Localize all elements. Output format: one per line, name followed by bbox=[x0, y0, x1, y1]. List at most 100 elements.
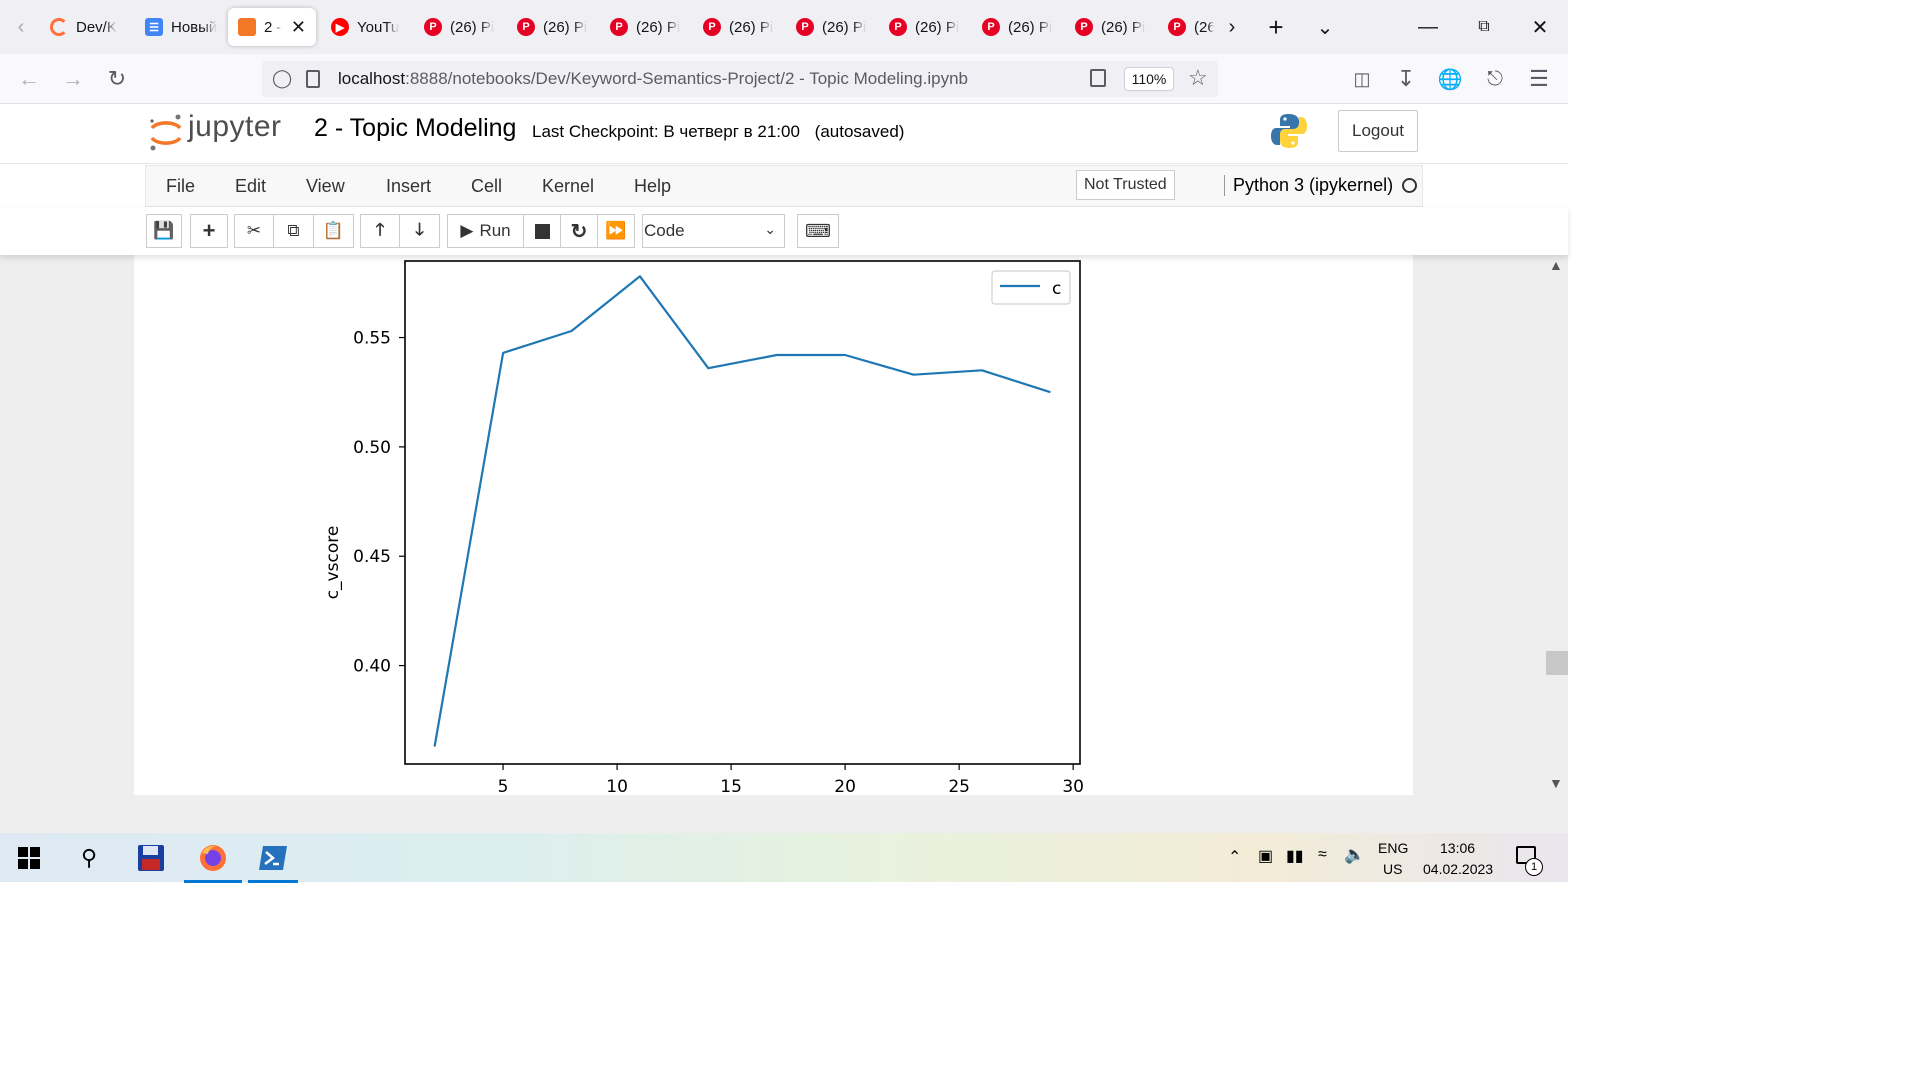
move-up-button[interactable]: 🡑 bbox=[360, 214, 400, 248]
menu-cell[interactable]: Cell bbox=[471, 176, 502, 197]
browser-tab[interactable]: P (26 bbox=[1168, 8, 1214, 46]
legend: c bbox=[991, 270, 1071, 305]
insert-cell-button[interactable]: + bbox=[190, 214, 228, 248]
browser-nav-bar: ← → ↻ ◯ localhost:8888/notebooks/Dev/Key… bbox=[0, 54, 1568, 104]
menu-kernel[interactable]: Kernel bbox=[542, 176, 594, 197]
restart-run-all-button[interactable]: ⏩ bbox=[597, 214, 635, 248]
browser-tab[interactable]: P (26) Pi bbox=[610, 8, 688, 46]
close-window-icon[interactable]: ✕ bbox=[1525, 12, 1555, 42]
shield-icon[interactable]: ◯ bbox=[272, 68, 292, 89]
browser-tab[interactable]: P (26) Pi bbox=[889, 8, 967, 46]
browser-tab[interactable]: ☰ Новый bbox=[145, 8, 221, 46]
search-icon: ⚲ bbox=[80, 845, 98, 870]
active-app-indicator bbox=[248, 880, 298, 883]
new-tab-icon[interactable]: + bbox=[1261, 12, 1291, 42]
url-host: localhost bbox=[338, 69, 406, 88]
y-tick-label: 0.50 bbox=[353, 438, 391, 458]
downloads-icon[interactable]: ↧ bbox=[1391, 64, 1421, 94]
reload-icon[interactable]: ↻ bbox=[102, 64, 132, 94]
forward-icon[interactable]: → bbox=[58, 64, 88, 94]
minimize-window-icon[interactable]: — bbox=[1413, 12, 1443, 42]
cut-button[interactable]: ✂ bbox=[234, 214, 274, 248]
taskbar-app-floppy[interactable] bbox=[134, 841, 168, 875]
browser-tab[interactable]: P (26) Pi bbox=[703, 8, 781, 46]
close-tab-icon[interactable]: ✕ bbox=[291, 17, 306, 38]
notebook-title[interactable]: 2 - Topic Modeling bbox=[314, 114, 516, 143]
menu-edit[interactable]: Edit bbox=[235, 176, 266, 197]
move-down-button[interactable]: 🡓 bbox=[399, 214, 440, 248]
kernel-name[interactable]: Python 3 (ipykernel) bbox=[1224, 175, 1393, 196]
sidebar-icon[interactable]: ◫ bbox=[1347, 64, 1377, 94]
interrupt-kernel-button[interactable] bbox=[523, 214, 561, 248]
series-line bbox=[433, 275, 1051, 747]
speaker-icon[interactable]: 🔈 bbox=[1344, 845, 1365, 865]
start-button[interactable] bbox=[12, 841, 46, 875]
reader-view-icon[interactable] bbox=[1090, 69, 1106, 87]
save-icon: 💾 bbox=[153, 221, 175, 240]
taskbar-app-powershell[interactable] bbox=[248, 841, 298, 883]
menu-view[interactable]: View bbox=[306, 176, 345, 197]
bookmark-star-icon[interactable]: ☆ bbox=[1188, 65, 1208, 91]
trust-status-button[interactable]: Not Trusted bbox=[1076, 170, 1175, 200]
browser-tab[interactable]: ▶ YouTu bbox=[331, 8, 409, 46]
copy-icon: ⧉ bbox=[287, 221, 300, 240]
jupyter-logo-text[interactable]: jupyter bbox=[188, 110, 282, 144]
scrollbar-thumb[interactable] bbox=[1546, 651, 1568, 675]
browser-tab[interactable]: P (26) Pi bbox=[1075, 8, 1153, 46]
camera-icon[interactable]: ▣ bbox=[1258, 846, 1273, 866]
paste-button[interactable]: 📋 bbox=[313, 214, 354, 248]
logout-button[interactable]: Logout bbox=[1338, 110, 1418, 152]
tab-scroll-right-icon[interactable]: › bbox=[1217, 12, 1247, 42]
globe-icon[interactable]: 🌐 bbox=[1435, 64, 1465, 94]
input-region[interactable]: US bbox=[1383, 861, 1402, 877]
url-bar[interactable]: ◯ localhost:8888/notebooks/Dev/Keyword-S… bbox=[262, 61, 1218, 97]
cell-type-select[interactable]: Code ⌄ bbox=[642, 214, 785, 248]
taskbar-app-firefox[interactable] bbox=[184, 841, 242, 883]
back-icon[interactable]: ← bbox=[14, 64, 44, 94]
menu-insert[interactable]: Insert bbox=[386, 176, 431, 197]
browser-tab[interactable]: P (26) Pi bbox=[517, 8, 595, 46]
scroll-up-icon[interactable]: ▲ bbox=[1549, 257, 1563, 273]
menu-help[interactable]: Help bbox=[634, 176, 671, 197]
menu-file[interactable]: File bbox=[166, 176, 195, 197]
battery-icon[interactable]: ▮▮ bbox=[1286, 846, 1304, 866]
clock-date[interactable]: 04.02.2023 bbox=[1423, 861, 1493, 877]
scroll-down-icon[interactable]: ▼ bbox=[1549, 775, 1563, 791]
restore-window-icon[interactable]: ⧉ bbox=[1469, 12, 1499, 42]
clock-time[interactable]: 13:06 bbox=[1440, 840, 1475, 856]
restart-kernel-button[interactable]: ↻ bbox=[560, 214, 598, 248]
pinterest-icon: P bbox=[1075, 18, 1093, 36]
last-checkpoint: Last Checkpoint: В четверг в 21:00 bbox=[532, 122, 800, 141]
browser-tab[interactable]: P (26) Pi bbox=[424, 8, 502, 46]
search-button[interactable]: ⚲ bbox=[72, 841, 106, 875]
wifi-icon[interactable]: ≈ bbox=[1318, 846, 1327, 864]
menu-icon[interactable]: ☰ bbox=[1524, 64, 1554, 94]
save-button[interactable]: 💾 bbox=[146, 214, 182, 248]
tab-title: Новый bbox=[171, 18, 218, 36]
jupyter-logo-icon[interactable] bbox=[148, 112, 184, 154]
powershell-icon bbox=[259, 846, 287, 870]
zoom-level[interactable]: 110% bbox=[1124, 67, 1174, 91]
play-icon: ▶ bbox=[460, 221, 474, 240]
tab-title: Dev/K bbox=[76, 18, 117, 36]
input-language[interactable]: ENG bbox=[1378, 840, 1408, 856]
chart-output: 0.40 0.45 0.50 0.55 5 10 15 20 25 30 c_vscore c bbox=[323, 260, 1084, 795]
browser-tab[interactable]: P (26) Pi bbox=[796, 8, 874, 46]
browser-tab[interactable]: P (26) Pi bbox=[982, 8, 1060, 46]
show-hidden-icons-icon[interactable]: ⌃ bbox=[1228, 847, 1241, 867]
browser-tab-strip: ‹ Dev/K ☰ Новый 2 - ✕ ▶ YouTu P (26) Pi … bbox=[0, 0, 1568, 54]
pinterest-icon: P bbox=[703, 18, 721, 36]
browser-tab[interactable]: Dev/K bbox=[50, 8, 130, 46]
url-text[interactable]: localhost:8888/notebooks/Dev/Keyword-Sem… bbox=[338, 69, 968, 89]
command-palette-button[interactable]: ⌨ bbox=[797, 214, 839, 248]
cell-type-value: Code bbox=[644, 221, 685, 240]
tab-scroll-left-icon[interactable]: ‹ bbox=[6, 12, 36, 42]
jupyter-header: jupyter 2 - Topic Modeling Last Checkpoi… bbox=[0, 104, 1568, 164]
copy-button[interactable]: ⧉ bbox=[273, 214, 314, 248]
extensions-icon[interactable]: ⎋ bbox=[1480, 64, 1510, 94]
browser-tab-active[interactable]: 2 - ✕ bbox=[228, 8, 316, 46]
run-button[interactable]: ▶ Run bbox=[447, 214, 524, 248]
arrow-down-icon: 🡓 bbox=[415, 219, 424, 239]
list-all-tabs-icon[interactable]: ⌄ bbox=[1310, 12, 1340, 42]
python-logo-icon bbox=[1271, 114, 1307, 148]
